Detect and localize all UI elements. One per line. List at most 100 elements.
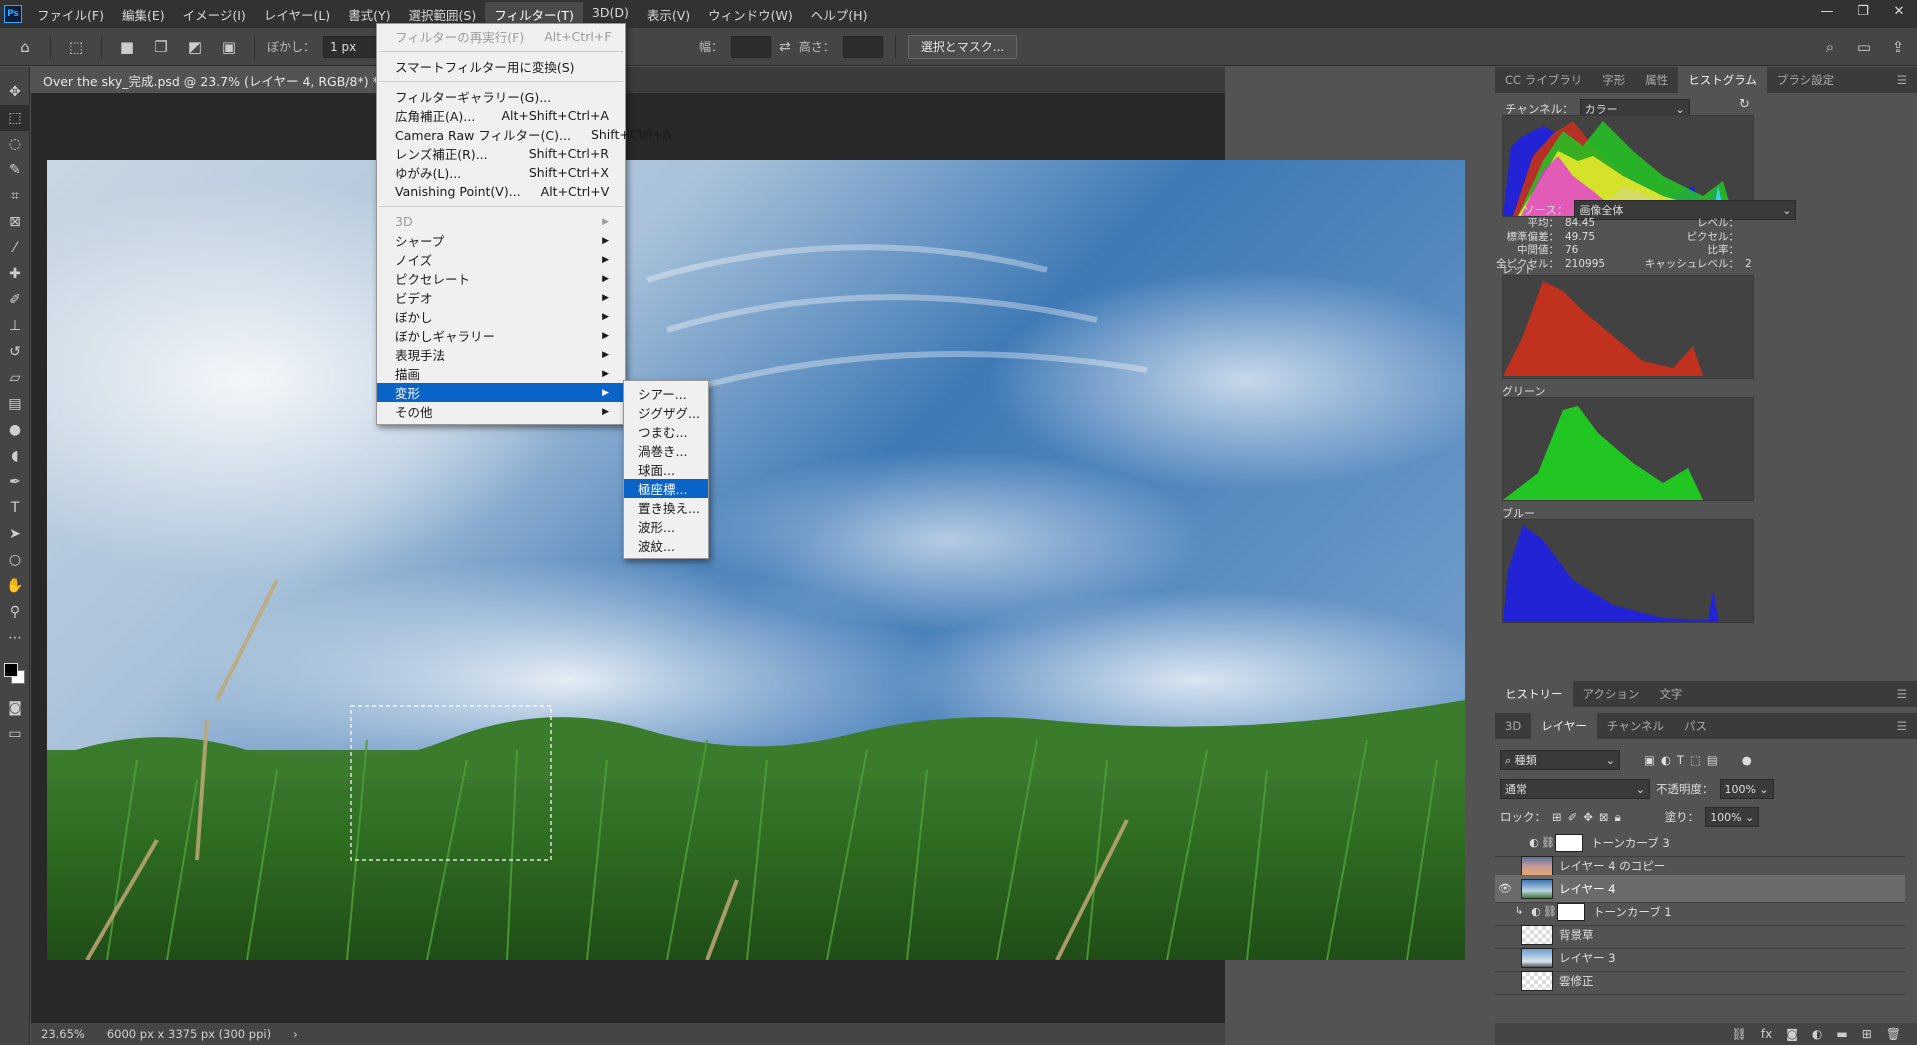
blur-tool-icon[interactable]: ●: [0, 417, 30, 443]
panel-tab[interactable]: パス: [1674, 713, 1717, 739]
distort-menu-item[interactable]: 球面...: [624, 460, 708, 479]
filter-menu-item[interactable]: Camera Raw フィルター(C)... Shift+Ctrl+A: [377, 125, 671, 144]
status-arrow-icon[interactable]: ›: [293, 1027, 298, 1041]
lock-all-icon[interactable]: 🔒︎: [1615, 810, 1621, 825]
distort-menu-item[interactable]: 波形...: [624, 517, 708, 536]
menu-item[interactable]: ファイル(F): [28, 2, 113, 27]
panel-tab[interactable]: アクション: [1573, 681, 1650, 707]
panel-tab[interactable]: チャンネル: [1597, 713, 1674, 739]
menu-item[interactable]: 表示(V): [638, 2, 699, 27]
home-icon[interactable]: ⌂: [12, 34, 38, 60]
dodge-tool-icon[interactable]: ◖: [0, 443, 30, 469]
filter-menu-item[interactable]: ビデオ ▶: [377, 288, 625, 307]
filter-menu-item[interactable]: ノイズ ▶: [377, 250, 625, 269]
shape-filter-icon[interactable]: ⬚: [1690, 753, 1701, 767]
filter-menu-item[interactable]: Vanishing Point(V)... Alt+Ctrl+V: [377, 182, 625, 201]
width-input[interactable]: [731, 35, 772, 58]
menu-item[interactable]: イメージ(I): [174, 2, 255, 27]
distort-menu-item[interactable]: つまむ...: [624, 422, 708, 441]
healing-brush-tool-icon[interactable]: ✚: [0, 261, 30, 287]
history-brush-tool-icon[interactable]: ↺: [0, 339, 30, 365]
type-filter-icon[interactable]: T: [1677, 753, 1684, 767]
zoom-level[interactable]: 23.65%: [41, 1027, 85, 1041]
new-selection-icon[interactable]: ■: [114, 34, 140, 60]
workspace-icon[interactable]: ▭: [1851, 34, 1877, 60]
search-icon[interactable]: ⌕: [1817, 34, 1843, 60]
panel-tab[interactable]: CC ライブラリ: [1495, 67, 1592, 93]
document-tab[interactable]: Over the sky_完成.psd @ 23.7% (レイヤー 4, RGB…: [31, 67, 412, 93]
smart-filter-icon[interactable]: ▤: [1707, 753, 1718, 767]
panel-tab[interactable]: ブラシ設定: [1767, 67, 1844, 93]
share-icon[interactable]: ⇪: [1885, 34, 1911, 60]
filter-menu-item[interactable]: ピクセレート ▶: [377, 269, 625, 288]
new-layer-icon[interactable]: ⊞: [1862, 1027, 1872, 1041]
distort-menu-item[interactable]: 渦巻き...: [624, 441, 708, 460]
filter-menu-item[interactable]: 表現手法 ▶: [377, 345, 625, 364]
menu-item[interactable]: ヘルプ(H): [802, 2, 877, 27]
hand-tool-icon[interactable]: ✋: [0, 573, 30, 599]
panel-tab[interactable]: ヒストグラム: [1678, 67, 1767, 93]
quick-mask-icon[interactable]: ◙: [0, 695, 30, 721]
pixel-filter-icon[interactable]: ▣: [1644, 753, 1655, 767]
panel-tab[interactable]: 属性: [1635, 67, 1678, 93]
menu-item[interactable]: 編集(E): [113, 2, 174, 27]
lock-artboard-icon[interactable]: ⊠: [1599, 810, 1609, 824]
delete-layer-icon[interactable]: 🗑︎: [1886, 1027, 1901, 1041]
distort-menu-item[interactable]: 波紋...: [624, 536, 708, 555]
panel-tab[interactable]: 文字: [1649, 681, 1692, 707]
distort-menu-item[interactable]: シアー...: [624, 384, 708, 403]
quick-select-tool-icon[interactable]: ✎: [0, 157, 30, 183]
eyedropper-tool-icon[interactable]: ⁄: [0, 235, 30, 261]
blend-mode-select[interactable]: 通常 ⌄: [1500, 779, 1650, 799]
menu-item[interactable]: ウィンドウ(W): [699, 2, 802, 27]
opacity-input[interactable]: 100% ⌄: [1719, 779, 1774, 799]
distort-menu-item[interactable]: 置き換え...: [624, 498, 708, 517]
panel-tab[interactable]: ヒストリー: [1495, 681, 1573, 707]
lock-transparent-icon[interactable]: ⊞: [1552, 810, 1562, 824]
filter-menu-item[interactable]: 描画 ▶: [377, 364, 625, 383]
panel-tab[interactable]: 字形: [1592, 67, 1635, 93]
new-group-icon[interactable]: ▬: [1836, 1027, 1847, 1041]
rect-marquee-tool-icon[interactable]: ⬚: [0, 105, 30, 131]
fill-input[interactable]: 100% ⌄: [1705, 807, 1760, 827]
panel-tab[interactable]: レイヤー: [1531, 713, 1597, 739]
filter-menu-item[interactable]: その他 ▶: [377, 402, 625, 421]
minimize-button[interactable]: —: [1809, 0, 1845, 24]
filter-menu-item[interactable]: ぼかし ▶: [377, 307, 625, 326]
close-window-button[interactable]: ✕: [1881, 0, 1917, 24]
adjustment-filter-icon[interactable]: ◐: [1661, 753, 1671, 767]
pen-tool-icon[interactable]: ✒: [0, 469, 30, 495]
fx-icon[interactable]: fx: [1761, 1027, 1772, 1041]
type-tool-icon[interactable]: T: [0, 495, 30, 521]
subtract-selection-icon[interactable]: ◩: [182, 34, 208, 60]
zoom-tool-icon[interactable]: ⚲: [0, 599, 30, 625]
distort-menu-item[interactable]: 極座標...: [624, 479, 708, 498]
restore-button[interactable]: ❐: [1845, 0, 1881, 24]
move-tool-icon[interactable]: ✥: [0, 79, 30, 105]
filter-menu-item[interactable]: ぼかしギャラリー ▶: [377, 326, 625, 345]
link-layers-icon[interactable]: ⛓: [1732, 1027, 1747, 1041]
add-selection-icon[interactable]: ❐: [148, 34, 174, 60]
eraser-tool-icon[interactable]: ▱: [0, 365, 30, 391]
refresh-icon[interactable]: ↻: [1739, 97, 1750, 112]
new-adjustment-icon[interactable]: ◐: [1812, 1027, 1822, 1041]
intersect-selection-icon[interactable]: ▣: [216, 34, 242, 60]
panel-menu-icon[interactable]: ☰: [1887, 713, 1917, 739]
panel-tab[interactable]: 3D: [1495, 713, 1531, 739]
foreground-color-swatch[interactable]: [4, 663, 18, 677]
filter-menu-item[interactable]: 広角補正(A)... Alt+Shift+Ctrl+A: [377, 106, 625, 125]
crop-tool-icon[interactable]: ⌗: [0, 183, 30, 209]
clone-stamp-tool-icon[interactable]: ⊥: [0, 313, 30, 339]
ellipse-tool-icon[interactable]: ○: [0, 547, 30, 573]
path-select-tool-icon[interactable]: ➤: [0, 521, 30, 547]
filter-menu-item[interactable]: スマートフィルター用に変換(S): [377, 57, 625, 76]
rect-marquee-preset-icon[interactable]: ⬚: [63, 34, 89, 60]
lock-position-icon[interactable]: ✥: [1583, 810, 1593, 824]
select-and-mask-button[interactable]: 選択とマスク...: [907, 34, 1018, 59]
distort-menu-item[interactable]: ジグザグ...: [624, 403, 708, 422]
height-input[interactable]: [842, 35, 883, 58]
filter-menu-item[interactable]: 変形 ▶: [377, 383, 625, 402]
filter-menu-item[interactable]: シャープ ▶: [377, 231, 625, 250]
add-mask-icon[interactable]: ◙: [1786, 1027, 1798, 1041]
filter-menu-item[interactable]: レンズ補正(R)... Shift+Ctrl+R: [377, 144, 625, 163]
